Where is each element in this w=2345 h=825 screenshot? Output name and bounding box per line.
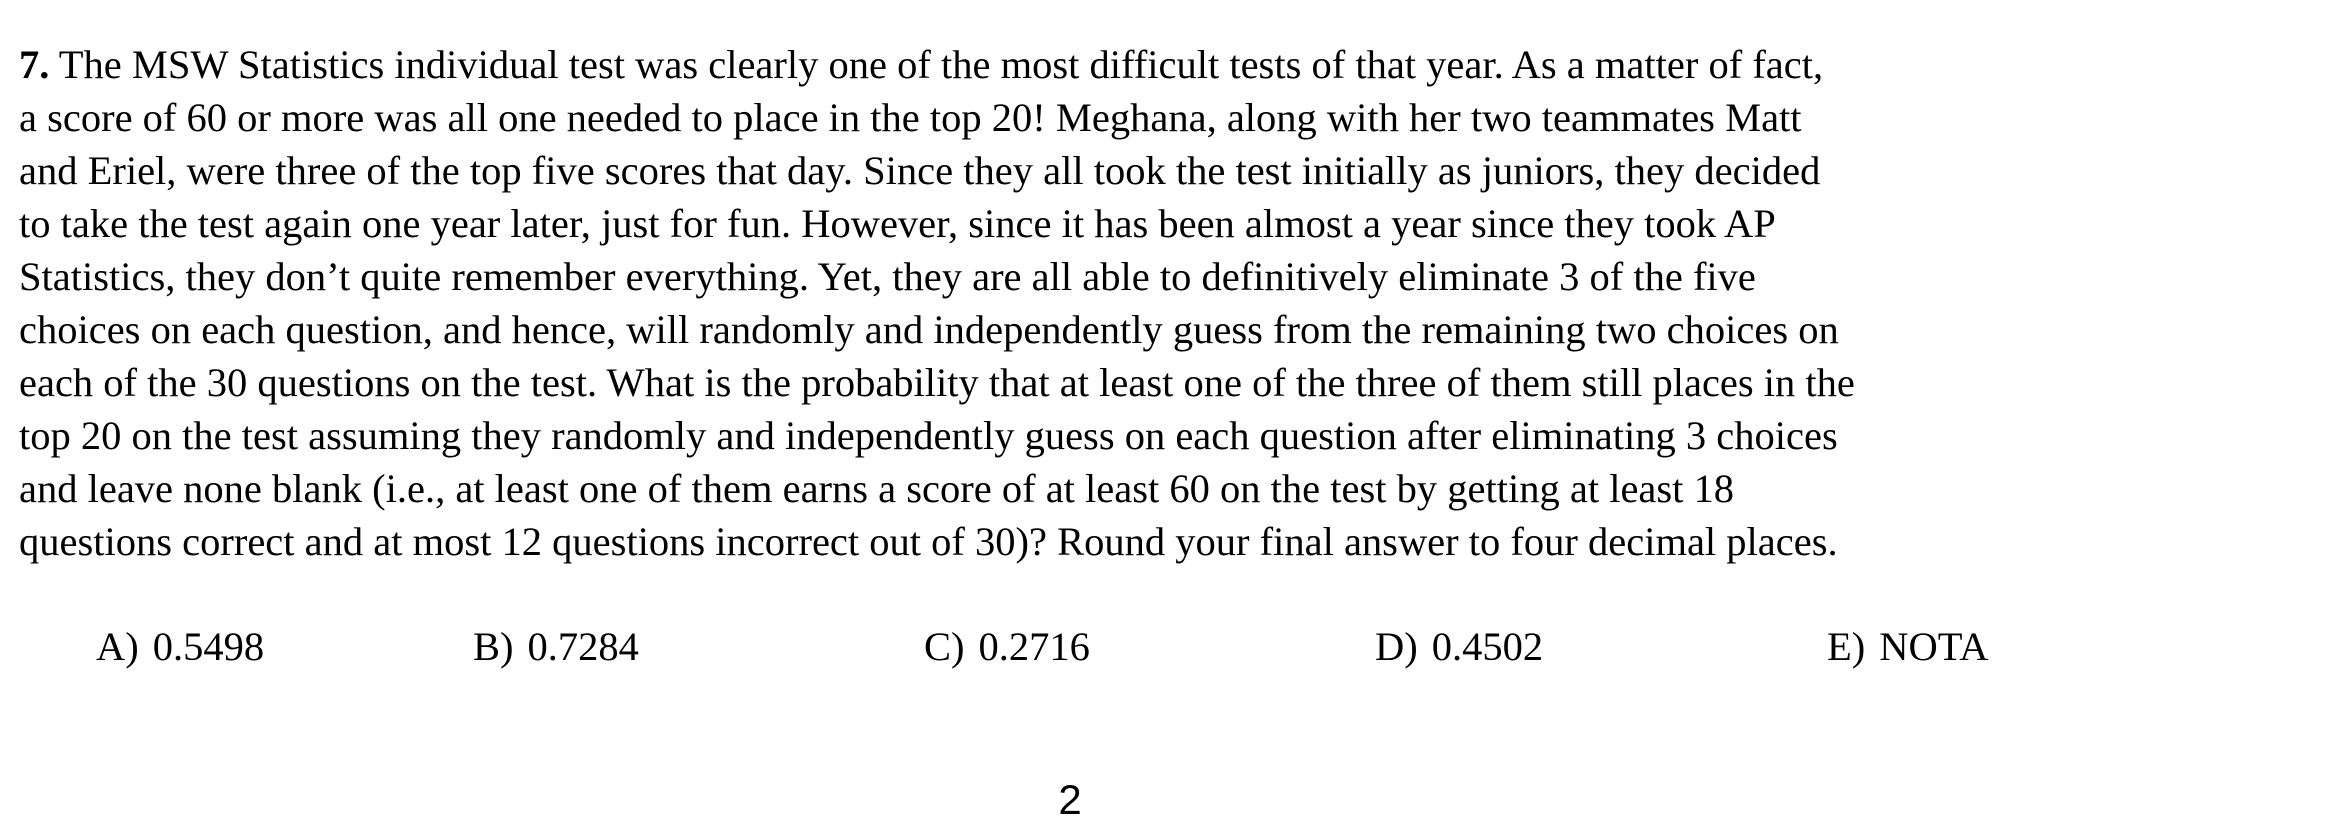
- question-number: 7.: [19, 42, 50, 87]
- choice-b-value: 0.7284: [527, 624, 639, 669]
- choice-a-value: 0.5498: [152, 624, 265, 669]
- choice-d-value: 0.4502: [1431, 624, 1544, 669]
- choice-e-letter: E): [1827, 624, 1866, 669]
- choice-d: D) 0.4502: [1375, 620, 1543, 673]
- question-line-9: and leave none blank (i.e., at least one…: [19, 466, 1735, 511]
- question-line-5: Statistics, they don’t quite remember ev…: [19, 254, 1756, 299]
- question-line-4: to take the test again one year later, j…: [19, 201, 1776, 246]
- page-number: 2: [1058, 776, 1082, 823]
- choice-b-letter: B): [473, 624, 514, 669]
- question-line-7: each of the 30 questions on the test. Wh…: [19, 360, 1855, 405]
- choice-a-letter: A): [96, 624, 139, 669]
- question-line-3: and Eriel, were three of the top five sc…: [19, 148, 1821, 193]
- choice-d-letter: D): [1375, 624, 1418, 669]
- choice-c-letter: C): [924, 624, 965, 669]
- answer-choices: A) 0.5498 B) 0.7284 C) 0.2716 D) 0.4502 E) NO…: [0, 620, 2345, 680]
- choice-a: A) 0.5498: [96, 620, 264, 673]
- question-line-10: questions correct and at most 12 questio…: [19, 519, 1838, 564]
- question-text: 7. The MSW Statistics individual test wa…: [19, 38, 2259, 568]
- question-line-8: top 20 on the test assuming they randoml…: [19, 413, 1838, 458]
- question-line-6: choices on each question, and hence, wil…: [19, 307, 1839, 352]
- question-line-1: 7. The MSW Statistics individual test wa…: [19, 38, 2259, 91]
- choice-c-value: 0.2716: [978, 624, 1090, 669]
- choice-b: B) 0.7284: [473, 620, 639, 673]
- choice-e-value: NOTA: [1879, 624, 1989, 669]
- choice-c: C) 0.2716: [924, 620, 1090, 673]
- question-line-1-text: The MSW Statistics individual test was c…: [49, 42, 1824, 87]
- question-line-2: a score of 60 or more was all one needed…: [19, 95, 1802, 140]
- choice-e: E) NOTA: [1827, 620, 1988, 673]
